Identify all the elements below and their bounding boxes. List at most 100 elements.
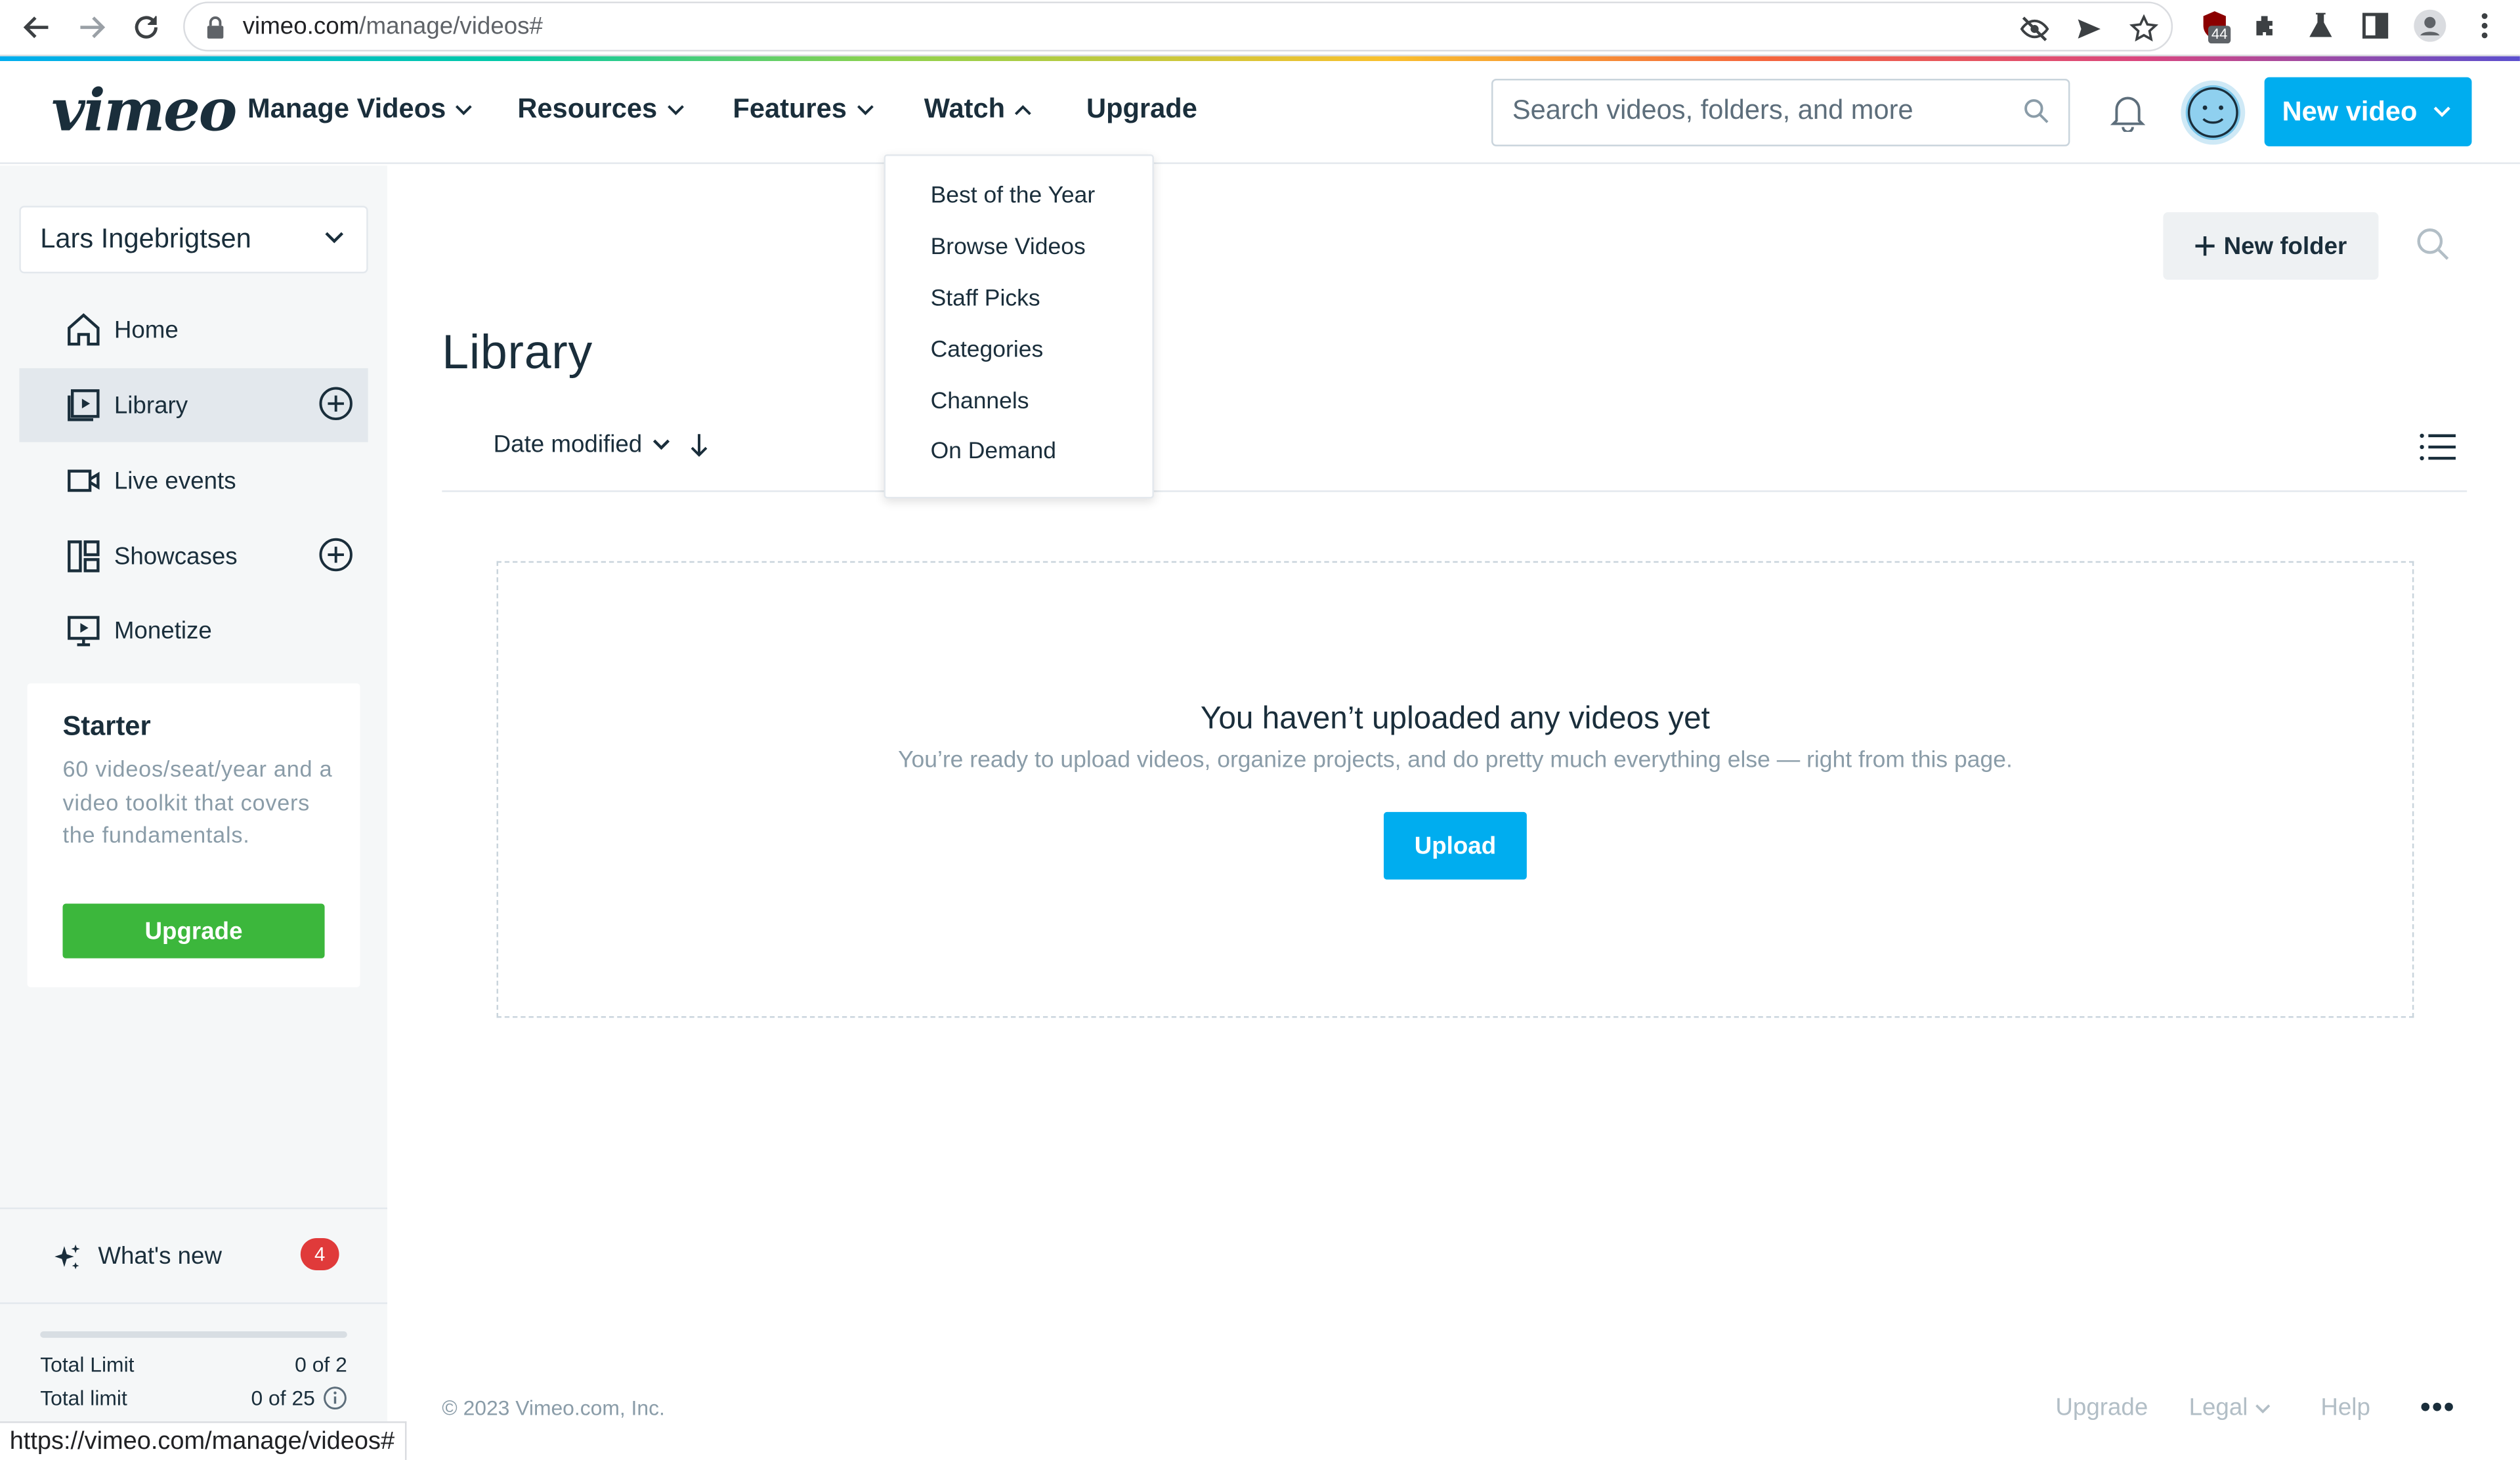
toolbar-divider: [442, 490, 2467, 492]
library-icon: [64, 386, 103, 425]
chevron-down-icon: [667, 104, 684, 115]
smiley-avatar-icon: [2187, 87, 2238, 138]
menu-item-best-of-the-year[interactable]: Best of the Year: [931, 183, 1096, 209]
menu-item-categories[interactable]: Categories: [931, 337, 1044, 363]
sort-dropdown[interactable]: Date modified: [494, 431, 708, 458]
upgrade-button[interactable]: Upgrade: [62, 903, 325, 958]
watch-dropdown-menu: Best of the Year Browse Videos Staff Pic…: [884, 154, 1154, 499]
page-title: Library: [442, 326, 593, 380]
back-icon[interactable]: [16, 7, 58, 49]
footer-link-help[interactable]: Help: [2320, 1394, 2370, 1422]
sidebar-item-monetize[interactable]: Monetize: [19, 593, 368, 668]
nav-manage-videos[interactable]: Manage Videos: [247, 93, 473, 125]
user-avatar[interactable]: [2181, 80, 2246, 145]
menu-item-on-demand[interactable]: On Demand: [931, 439, 1056, 465]
flask-icon[interactable]: [2301, 7, 2340, 45]
chevron-down-icon: [2255, 1404, 2270, 1413]
sidebar: Lars Ingebrigtsen Home Library Live even…: [0, 165, 388, 1460]
sidebar-item-label: Home: [114, 316, 179, 343]
menu-item-channels[interactable]: Channels: [931, 389, 1029, 415]
vimeo-logo[interactable]: vimeo: [51, 77, 237, 145]
footer-link-label: Help: [2320, 1394, 2370, 1422]
chevron-down-icon: [456, 104, 473, 115]
total-limit-row: Total limit 0 of 25: [40, 1386, 347, 1410]
app-header: vimeo Manage Videos Resources Features W…: [0, 61, 2520, 164]
sidebar-item-live-events[interactable]: Live events: [19, 444, 368, 518]
add-showcase-icon[interactable]: [318, 537, 354, 572]
kebab-menu-icon[interactable]: [2466, 7, 2504, 45]
search-box: [1491, 79, 2070, 146]
team-selector[interactable]: Lars Ingebrigtsen: [19, 205, 368, 274]
home-icon: [64, 311, 103, 349]
sidebar-item-label: Monetize: [114, 616, 212, 644]
plan-description: 60 videos/seat/year and a video toolkit …: [62, 756, 333, 848]
empty-state: You haven’t uploaded any videos yet You’…: [496, 561, 2414, 1018]
sidebar-item-library[interactable]: Library: [19, 368, 368, 442]
total-limit-row: Total Limit 0 of 2: [40, 1352, 347, 1377]
main-content: New folder Library Date modified You hav…: [387, 165, 2520, 1460]
sidebar-item-label: Showcases: [114, 542, 238, 570]
nav-label: Resources: [517, 93, 658, 124]
nav-features[interactable]: Features: [733, 93, 874, 125]
screen: vimeo.com/manage/videos# 44 vimeo Manage…: [0, 0, 2520, 1460]
reload-icon[interactable]: [125, 7, 167, 49]
starter-plan-card: Starter 60 videos/seat/year and a video …: [27, 683, 360, 987]
list-view-icon[interactable]: [2419, 431, 2458, 463]
send-icon[interactable]: [2072, 11, 2107, 47]
library-search-icon[interactable]: [2416, 226, 2451, 262]
limit-label: Total limit: [40, 1386, 127, 1411]
bookmark-star-icon[interactable]: [2126, 11, 2162, 47]
footer-link-label: Upgrade: [2055, 1394, 2148, 1422]
footer-link-label: Legal: [2189, 1394, 2248, 1422]
sidebar-item-label: Live events: [114, 467, 236, 495]
plan-title: Starter: [62, 710, 151, 742]
sort-direction-arrow-icon[interactable]: [689, 432, 708, 458]
address-bar[interactable]: vimeo.com/manage/videos#: [183, 1, 2173, 52]
search-icon[interactable]: [2023, 98, 2049, 123]
limit-progress-bar: [40, 1331, 347, 1338]
nav-upgrade[interactable]: Upgrade: [1086, 93, 1197, 125]
sidebar-item-home[interactable]: Home: [19, 293, 368, 367]
showcase-icon: [64, 537, 103, 576]
nav-label: Manage Videos: [247, 93, 446, 124]
forward-icon[interactable]: [71, 7, 113, 49]
menu-item-browse-videos[interactable]: Browse Videos: [931, 235, 1086, 261]
nav-watch[interactable]: Watch: [924, 93, 1033, 125]
brand-stripe: [0, 56, 2520, 62]
limit-value: 0 of 2: [295, 1352, 347, 1377]
new-video-button[interactable]: New video: [2264, 77, 2472, 146]
chevron-down-icon: [325, 232, 344, 244]
new-folder-button[interactable]: New folder: [2163, 212, 2379, 280]
chevron-up-icon: [1015, 104, 1032, 115]
whats-new-label: What's new: [98, 1243, 223, 1270]
extension-badge: 44: [2208, 26, 2231, 44]
chevron-down-icon: [652, 439, 669, 450]
notification-bell-icon[interactable]: [2110, 93, 2146, 132]
footer-link-upgrade[interactable]: Upgrade: [2055, 1394, 2148, 1422]
nav-label: Watch: [924, 93, 1006, 124]
eye-off-icon[interactable]: [2017, 11, 2053, 47]
sidebar-item-showcases[interactable]: Showcases: [19, 519, 368, 593]
puzzle-icon[interactable]: [2247, 7, 2286, 45]
info-icon[interactable]: [323, 1386, 347, 1410]
sort-label: Date modified: [493, 431, 643, 459]
profile-icon[interactable]: [2410, 7, 2449, 45]
whats-new-item[interactable]: What's new 4: [0, 1207, 388, 1304]
whats-new-count-badge: 4: [300, 1237, 339, 1270]
footer-more-icon[interactable]: •••: [2420, 1391, 2456, 1425]
footer-copyright: © 2023 Vimeo.com, Inc.: [442, 1395, 665, 1420]
lock-icon: [207, 16, 224, 39]
add-library-icon[interactable]: [318, 386, 354, 421]
empty-description: You’re ready to upload videos, organize …: [898, 747, 2013, 774]
chevron-down-icon: [857, 104, 874, 115]
search-input[interactable]: [1512, 95, 2011, 127]
monetize-icon: [64, 611, 103, 650]
camera-icon: [64, 462, 103, 500]
nav-label: Upgrade: [1086, 93, 1197, 124]
side-panel-icon[interactable]: [2356, 7, 2395, 45]
footer-link-legal[interactable]: Legal: [2189, 1394, 2271, 1422]
menu-item-staff-picks[interactable]: Staff Picks: [931, 286, 1040, 312]
upload-button[interactable]: Upload: [1383, 811, 1527, 880]
nav-resources[interactable]: Resources: [517, 93, 684, 125]
plus-icon: [2194, 236, 2214, 256]
